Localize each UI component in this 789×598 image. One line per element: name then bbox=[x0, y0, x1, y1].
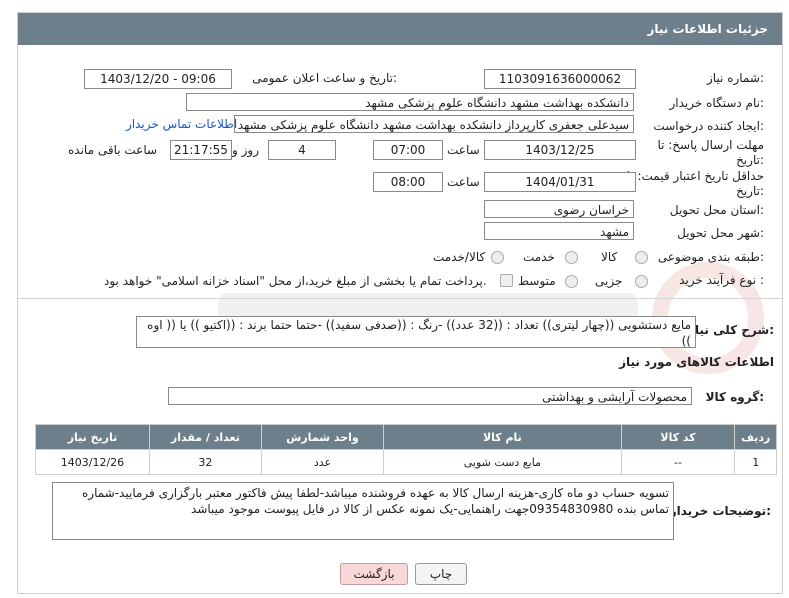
remaining-label: ساعت باقی مانده bbox=[68, 143, 158, 157]
process-medium-label: متوسط bbox=[518, 274, 556, 288]
validity-time-field: 08:00 bbox=[373, 172, 443, 192]
validity-time-label: ساعت bbox=[447, 175, 480, 189]
buyer-notes-field: تسویه حساب دو ماه کاری-هزینه ارسال کالا … bbox=[52, 482, 674, 540]
table-row[interactable]: 1 -- مایع دست شویی عدد 32 1403/12/26 bbox=[35, 449, 777, 475]
creator-field: سیدعلی جعفری کارپرداز دانشکده بهداشت مشه… bbox=[234, 115, 634, 133]
category-service-radio[interactable] bbox=[565, 251, 578, 264]
buyer-notes-label: توضیحات خریدار: bbox=[669, 504, 771, 518]
cell-code: -- bbox=[620, 449, 736, 475]
days-field: 4 bbox=[268, 140, 336, 160]
province-label: استان محل تحویل: bbox=[669, 203, 764, 217]
goods-group-label: گروه کالا: bbox=[705, 390, 764, 404]
buyer-org-field: دانشکده بهداشت مشهد دانشگاه علوم پزشکی م… bbox=[186, 93, 634, 111]
process-label: نوع فرآیند خرید : bbox=[679, 273, 764, 287]
need-number-label: شماره نیاز: bbox=[706, 71, 764, 85]
city-label: شهر محل تحویل: bbox=[677, 226, 764, 240]
deadline-time-field: 07:00 bbox=[373, 140, 443, 160]
buyer-org-label: نام دستگاه خریدار: bbox=[669, 96, 765, 110]
goods-group-field: محصولات آرایشی و بهداشتی bbox=[168, 387, 692, 405]
col-row: ردیف bbox=[734, 424, 777, 450]
print-button[interactable]: چاپ bbox=[415, 563, 467, 585]
days-label: روز و bbox=[232, 143, 259, 157]
category-label: طبقه بندی موضوعی: bbox=[657, 250, 764, 264]
deadline-date-field: 1403/12/25 bbox=[484, 140, 636, 160]
announce-field: 1403/12/20 - 09:06 bbox=[84, 69, 232, 89]
need-number-field: 1103091636000062 bbox=[484, 69, 636, 89]
contact-buyer-link[interactable]: اطلاعات تماس خریدار bbox=[126, 117, 237, 131]
validity-label: حداقل تاریخ اعتبار قیمت: تا تاریخ: bbox=[626, 169, 764, 198]
category-goods-label: کالا bbox=[601, 250, 618, 264]
process-minor-label: جزیی bbox=[595, 274, 623, 288]
city-field: مشهد bbox=[484, 222, 634, 240]
cell-date: 1403/12/26 bbox=[35, 449, 150, 475]
cell-name: مایع دست شویی bbox=[383, 449, 622, 475]
province-field: خراسان رضوی bbox=[484, 200, 634, 218]
col-date: تاریخ نیاز bbox=[35, 424, 150, 450]
deadline-label: مهلت ارسال پاسخ: تا تاریخ: bbox=[657, 138, 764, 167]
category-goods-service-radio[interactable] bbox=[491, 251, 504, 264]
col-name: نام کالا bbox=[383, 424, 622, 450]
remaining-time-field: 21:17:55 bbox=[170, 140, 232, 160]
announce-label: تاریخ و ساعت اعلان عمومی: bbox=[252, 71, 397, 85]
cell-qty: 32 bbox=[148, 449, 262, 475]
process-minor-radio[interactable] bbox=[635, 275, 648, 288]
description-field: مایع دستشویی ((چهار لیتری)) تعداد : ((32… bbox=[136, 316, 696, 348]
payment-note: پرداخت تمام یا بخشی از مبلغ خرید،از محل … bbox=[104, 274, 487, 288]
category-service-label: خدمت bbox=[523, 250, 555, 264]
payment-checkbox[interactable] bbox=[500, 274, 513, 287]
col-unit: واحد شمارش bbox=[260, 424, 385, 450]
col-qty: تعداد / مقدار bbox=[148, 424, 262, 450]
validity-date-field: 1404/01/31 bbox=[484, 172, 636, 192]
cell-row: 1 bbox=[734, 449, 777, 475]
panel-header: جزئیات اطلاعات نیاز bbox=[18, 13, 782, 45]
col-code: کد کالا bbox=[620, 424, 736, 450]
deadline-time-label: ساعت bbox=[447, 143, 480, 157]
creator-label: ایجاد کننده درخواست: bbox=[653, 119, 764, 133]
panel-title: جزئیات اطلاعات نیاز bbox=[647, 22, 768, 36]
table-header-row: ردیف کد کالا نام کالا واحد شمارش تعداد /… bbox=[35, 424, 777, 450]
goods-section-title: اطلاعات کالاهای مورد نیاز bbox=[619, 355, 774, 369]
cell-unit: عدد bbox=[260, 449, 385, 475]
divider bbox=[18, 298, 782, 299]
description-label: شرح کلی نیاز: bbox=[688, 323, 774, 337]
category-goods-radio[interactable] bbox=[635, 251, 648, 264]
items-table: ردیف کد کالا نام کالا واحد شمارش تعداد /… bbox=[35, 424, 777, 475]
back-button[interactable]: بازگشت bbox=[340, 563, 408, 585]
process-medium-radio[interactable] bbox=[565, 275, 578, 288]
category-goods-service-label: کالا/خدمت bbox=[433, 250, 486, 264]
